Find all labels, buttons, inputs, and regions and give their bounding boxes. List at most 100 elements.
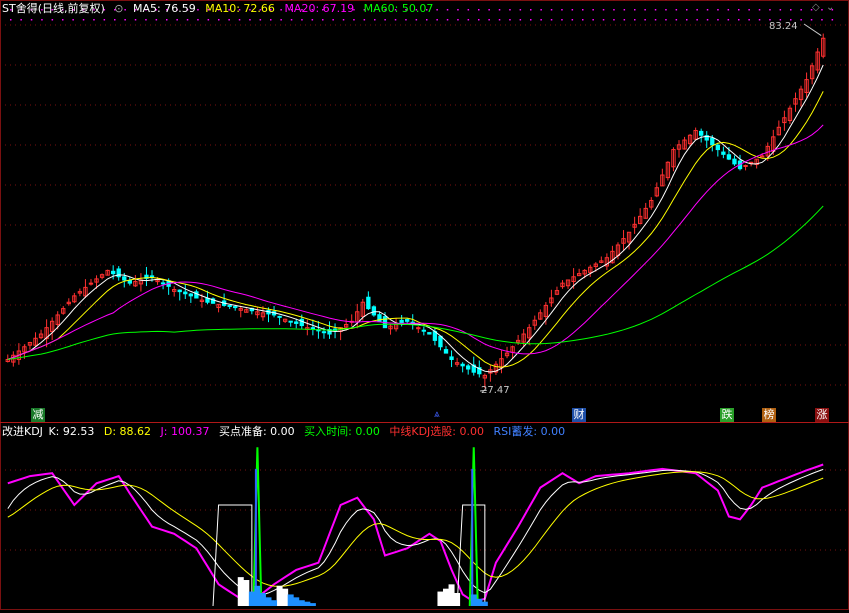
- top-dot: [176, 19, 178, 21]
- buy-bar: [282, 588, 289, 606]
- candle-body: [227, 304, 232, 307]
- double-chevron-up-icon[interactable]: ⩓: [434, 409, 440, 420]
- top-dot: [561, 19, 563, 21]
- buy-time-spike: [468, 447, 479, 607]
- ma5-line: [7, 64, 824, 373]
- top-dot: [436, 19, 438, 21]
- top-dot: [634, 9, 636, 11]
- top-dot: [758, 19, 761, 21]
- candle-body: [427, 332, 432, 335]
- top-dot: [93, 19, 95, 21]
- top-dot: [665, 19, 667, 21]
- marker-reduce[interactable]: 减: [31, 408, 45, 422]
- top-dot: [613, 19, 615, 21]
- candle-body: [183, 291, 188, 295]
- top-dot: [498, 9, 501, 11]
- buy-bar: [243, 580, 250, 606]
- candle-body: [721, 151, 726, 155]
- buy-bar: [454, 593, 461, 606]
- top-dot: [779, 9, 782, 11]
- candle-body: [321, 331, 327, 334]
- top-dot: [134, 19, 137, 21]
- candle-body: [443, 349, 449, 354]
- top-dot: [675, 19, 678, 21]
- buy-time-label: 买入时间: 0.00: [304, 425, 380, 438]
- top-dot: [623, 9, 626, 11]
- ma20-label: MA20: 67.19: [284, 2, 355, 15]
- top-dot: [758, 9, 761, 11]
- top-dot: [218, 19, 220, 21]
- top-dot: [467, 9, 470, 11]
- top-dot: [717, 9, 719, 11]
- top-dot: [342, 19, 345, 21]
- top-dot: [51, 19, 54, 21]
- top-dot: [582, 19, 584, 21]
- marker-list[interactable]: 榜: [762, 408, 776, 422]
- top-dot: [301, 19, 303, 21]
- buy-prepare-label: 买点准备: 0.00: [218, 425, 295, 438]
- candle-body: [366, 296, 371, 310]
- settings-icon[interactable]: ⊙: [114, 2, 123, 15]
- indicator-name[interactable]: 改进KDJ: [2, 425, 43, 438]
- top-dot: [124, 19, 126, 21]
- top-dot: [249, 19, 251, 21]
- rsi-bar: [298, 600, 305, 606]
- buy-time-spike: [252, 447, 263, 607]
- top-dot: [540, 9, 542, 11]
- top-dot: [530, 19, 532, 21]
- top-dot: [62, 19, 64, 21]
- top-dot: [800, 9, 802, 11]
- top-dot: [530, 9, 532, 11]
- top-dot: [259, 19, 262, 21]
- top-dot: [384, 19, 386, 21]
- top-dot: [769, 9, 771, 11]
- top-dot: [519, 19, 522, 21]
- candle-body: [188, 293, 193, 297]
- top-dot: [686, 9, 688, 11]
- top-dot: [675, 9, 678, 11]
- top-dot: [727, 9, 730, 11]
- top-dot: [582, 9, 584, 11]
- top-dot: [696, 9, 698, 11]
- candle-body: [288, 320, 293, 323]
- top-dot: [270, 19, 272, 21]
- candle-body: [205, 297, 210, 303]
- top-dot: [353, 19, 355, 21]
- outer-border: [0, 0, 849, 610]
- top-dot: [686, 19, 688, 21]
- marker-drop[interactable]: 跌: [720, 408, 734, 422]
- rsi-bar: [259, 593, 266, 606]
- top-dot: [654, 19, 657, 21]
- top-dot: [374, 19, 376, 21]
- top-dot: [155, 19, 158, 21]
- top-dot: [332, 19, 334, 21]
- top-dot: [592, 9, 594, 11]
- candle-body: [371, 306, 377, 316]
- candle-body: [715, 144, 720, 151]
- indicator-header: 改进KDJ K: 92.53 D: 88.62 J: 100.37 买点准备: …: [2, 424, 571, 440]
- candle-body: [449, 356, 454, 360]
- high-arrow: [803, 23, 822, 36]
- top-dot: [145, 19, 147, 21]
- top-dot: [363, 19, 366, 21]
- top-dot: [519, 9, 522, 11]
- ma60-label: MA60: 50.07: [363, 2, 434, 15]
- top-dot: [602, 9, 605, 11]
- diamond-icon[interactable]: ◇: [812, 2, 820, 13]
- top-dot: [238, 19, 241, 21]
- rsi-bar: [265, 597, 272, 606]
- candle-body: [405, 319, 410, 322]
- top-dot: [561, 9, 563, 11]
- marker-rise[interactable]: 涨: [815, 408, 829, 422]
- top-dot: [186, 19, 189, 21]
- top-dot: [748, 9, 750, 11]
- rsi-bar: [271, 600, 278, 606]
- stock-title[interactable]: ST舍得(日线,前复权): [2, 2, 105, 15]
- top-dot: [290, 19, 293, 21]
- top-dot: [821, 19, 823, 21]
- chevron-down-icon[interactable]: ⌄: [826, 2, 834, 13]
- top-dot: [717, 19, 719, 21]
- marker-finance[interactable]: 财: [572, 408, 586, 422]
- kdj-k-label: K: 92.53: [48, 425, 95, 438]
- top-dot: [166, 19, 168, 21]
